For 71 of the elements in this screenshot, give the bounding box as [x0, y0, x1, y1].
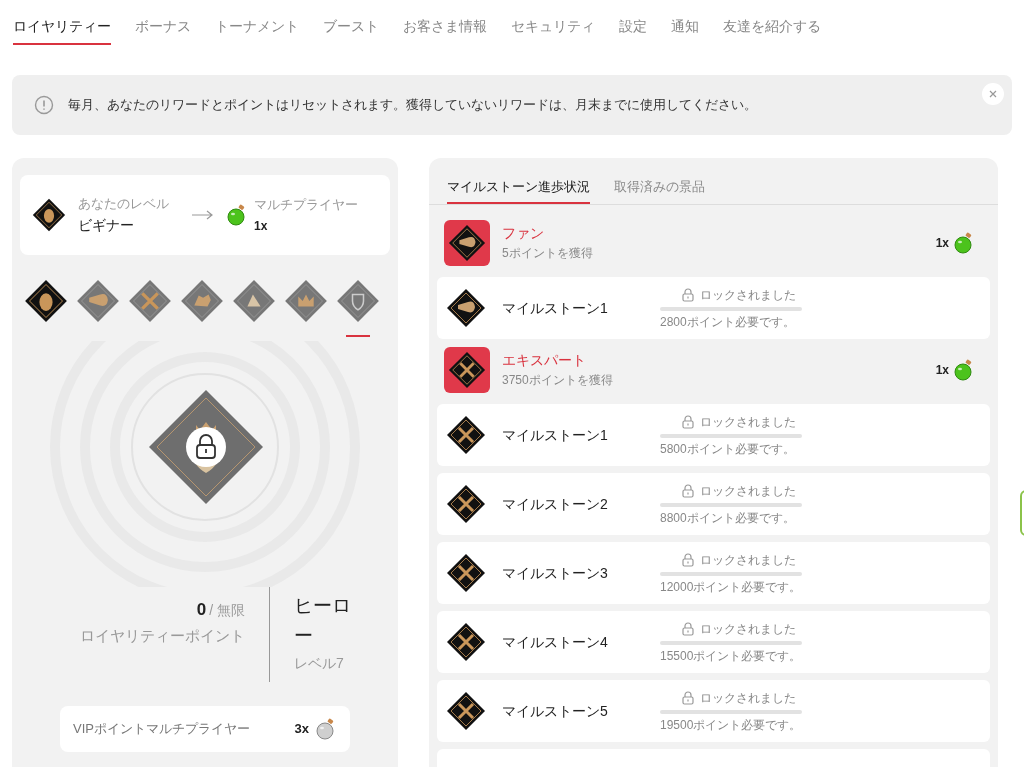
tier-multiplier: 1x: [935, 234, 949, 252]
milestone-status: ロックされました: [700, 551, 796, 569]
milestone-name: マイルストーン5: [502, 701, 609, 721]
nav-tab[interactable]: ブースト: [323, 12, 379, 45]
tier-multiplier: 1x: [935, 361, 949, 379]
milestone-name: マイルストーン1: [502, 425, 609, 445]
lock-icon: [682, 690, 694, 705]
tier-icon: [444, 219, 490, 266]
points-label: ロイヤリティーポイント: [80, 625, 245, 646]
milestone-name: マイルストーン2: [502, 494, 609, 514]
milestone-status: ロックされました: [700, 482, 796, 500]
milestone-badge-icon: [446, 691, 486, 731]
lock-icon: [682, 552, 694, 567]
milestone-status: ロックされました: [700, 620, 796, 638]
vip-value: 3x: [294, 720, 309, 739]
milestone-name: マイルストーン1: [502, 298, 609, 318]
potion-icon: [315, 718, 337, 740]
milestone-status: ロックされました: [700, 689, 796, 707]
tier-subtitle: 5ポイントを獲得: [502, 245, 594, 262]
points-limit: / 無限: [209, 601, 245, 620]
nav-tab[interactable]: ボーナス: [135, 12, 191, 45]
info-icon: [34, 95, 54, 115]
egg-badge-icon: [32, 198, 66, 232]
milestone-status: ロックされました: [700, 413, 796, 431]
nav-tab[interactable]: トーナメント: [215, 12, 299, 45]
lock-icon: [682, 483, 694, 498]
potion-icon: [953, 231, 975, 254]
potion-icon: [226, 204, 248, 226]
milestone-badge-icon: [446, 484, 486, 524]
lock-icon: [682, 621, 694, 636]
level-badge[interactable]: [24, 279, 68, 323]
milestone-requirement: 8800ポイント必要です。: [660, 509, 796, 527]
milestone-badge-icon: [446, 553, 486, 593]
milestone-badge-icon: [446, 288, 486, 328]
tier-icon: [444, 346, 490, 393]
milestone-requirement: 19500ポイント必要です。: [660, 716, 802, 734]
nav-tab[interactable]: ロイヤリティー: [13, 12, 111, 45]
multiplier-label: マルチプライヤー: [254, 195, 358, 214]
potion-icon: [953, 358, 975, 381]
tier-title: エキスパート: [502, 351, 587, 370]
level-label: あなたのレベル: [78, 194, 170, 213]
tier-title: ファン: [502, 224, 545, 243]
level-name: ヒーロー: [294, 594, 352, 648]
notice-text: 毎月、あなたのリワードとポイントはリセットされます。獲得していないリワードは、月末までに使用してください。: [68, 96, 757, 115]
nav-tab[interactable]: 設定: [619, 12, 647, 45]
points-value: 0: [196, 599, 207, 621]
tier-subtitle: 3750ポイントを獲得: [502, 372, 614, 389]
lock-icon: [682, 287, 694, 302]
milestone-requirement: 15500ポイント必要です。: [660, 647, 802, 665]
level-value: ビギナー: [78, 216, 135, 236]
arrow-icon: [192, 210, 214, 220]
nav-tab[interactable]: 友達を紹介する: [723, 12, 821, 45]
milestone-status: ロックされました: [700, 286, 796, 304]
milestone-name: マイルストーン3: [502, 563, 609, 583]
panel-tab[interactable]: 取得済みの景品: [614, 172, 705, 204]
nav-tab[interactable]: 通知: [671, 12, 699, 45]
nav-tab[interactable]: セキュリティ: [511, 12, 595, 45]
milestone-requirement: 2800ポイント必要です。: [660, 313, 796, 331]
close-button[interactable]: [982, 83, 1004, 105]
multiplier-value: 1x: [254, 218, 269, 236]
panel-tab[interactable]: マイルストーン進歩状況: [447, 172, 590, 204]
vip-label: VIPポイントマルチプライヤー: [73, 720, 251, 739]
milestone-requirement: 5800ポイント必要です。: [660, 440, 796, 458]
milestone-badge-icon: [446, 415, 486, 455]
level-number: レベル7: [294, 654, 345, 673]
milestone-badge-icon: [446, 622, 486, 662]
milestone-name: マイルストーン4: [502, 632, 609, 652]
milestone-requirement: 12000ポイント必要です。: [660, 578, 802, 596]
nav-tab[interactable]: お客さま情報: [403, 12, 487, 45]
lock-icon: [682, 414, 694, 429]
close-icon: [989, 90, 997, 98]
